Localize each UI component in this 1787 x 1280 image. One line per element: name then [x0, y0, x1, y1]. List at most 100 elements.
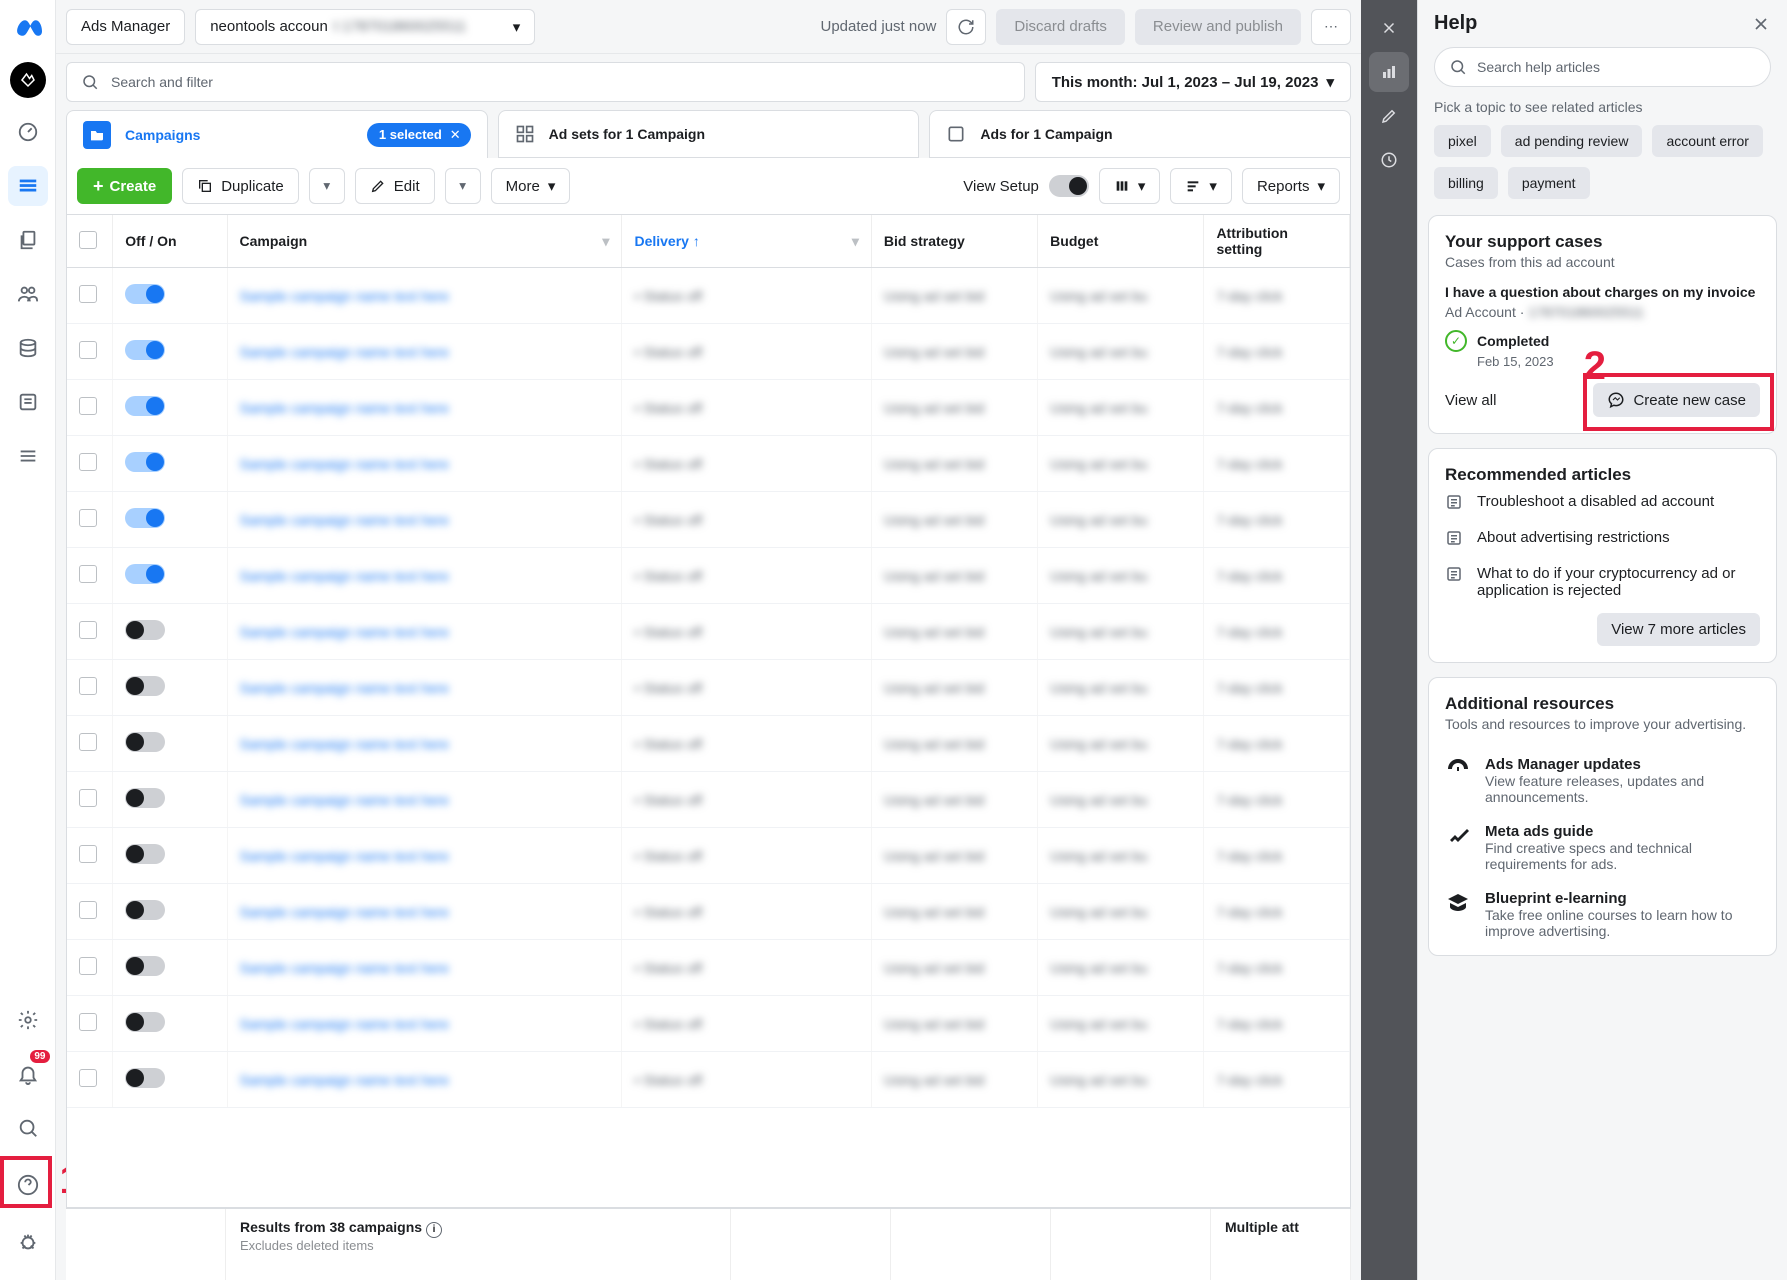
col-campaign[interactable]: Campaign▾ — [227, 215, 622, 268]
campaign-name-link[interactable]: Sample campaign name text here — [240, 568, 449, 584]
topic-chip[interactable]: billing — [1434, 167, 1498, 199]
clock-icon[interactable] — [1369, 140, 1409, 180]
selected-count-pill[interactable]: 1 selected✕ — [367, 123, 471, 147]
col-off-on[interactable]: Off / On — [113, 215, 227, 268]
campaign-name-link[interactable]: Sample campaign name text here — [240, 848, 449, 864]
on-off-switch[interactable] — [125, 900, 165, 920]
breakdown-button[interactable]: ▾ — [1170, 168, 1232, 204]
on-off-switch[interactable] — [125, 508, 165, 528]
bug-icon[interactable] — [8, 1222, 48, 1262]
campaign-name-link[interactable]: Sample campaign name text here — [240, 456, 449, 472]
select-all-checkbox[interactable] — [79, 231, 97, 249]
campaign-name-link[interactable]: Sample campaign name text here — [240, 624, 449, 640]
campaign-name-link[interactable]: Sample campaign name text here — [240, 680, 449, 696]
refresh-button[interactable] — [946, 9, 986, 45]
tab-campaigns[interactable]: Campaigns 1 selected✕ — [66, 110, 488, 158]
row-checkbox[interactable] — [79, 341, 97, 359]
tab-ads[interactable]: Ads for 1 Campaign — [929, 110, 1351, 158]
topic-chip[interactable]: pixel — [1434, 125, 1491, 157]
help-close-button[interactable] — [1751, 14, 1771, 34]
breadcrumb-app[interactable]: Ads Manager — [66, 9, 185, 45]
row-checkbox[interactable] — [79, 789, 97, 807]
table-row[interactable]: Sample campaign name text here • Status … — [67, 884, 1350, 940]
table-row[interactable]: Sample campaign name text here • Status … — [67, 492, 1350, 548]
duplicate-caret[interactable]: ▾ — [309, 168, 345, 204]
col-delivery[interactable]: Delivery ↑▾ — [622, 215, 871, 268]
columns-button[interactable]: ▾ — [1099, 168, 1161, 204]
create-button[interactable]: +Create — [77, 168, 172, 204]
on-off-switch[interactable] — [125, 1068, 165, 1088]
gauge-icon[interactable] — [8, 112, 48, 152]
more-button[interactable]: More ▾ — [491, 168, 571, 204]
campaign-name-link[interactable]: Sample campaign name text here — [240, 344, 449, 360]
more-actions-button[interactable]: ⋯ — [1311, 9, 1351, 45]
row-checkbox[interactable] — [79, 453, 97, 471]
table-row[interactable]: Sample campaign name text here • Status … — [67, 940, 1350, 996]
table-row[interactable]: Sample campaign name text here • Status … — [67, 324, 1350, 380]
table-row[interactable]: Sample campaign name text here • Status … — [67, 604, 1350, 660]
on-off-switch[interactable] — [125, 564, 165, 584]
table-row[interactable]: Sample campaign name text here • Status … — [67, 660, 1350, 716]
account-selector[interactable]: neontools account 178701860025511 ▾ — [195, 9, 535, 45]
row-checkbox[interactable] — [79, 1013, 97, 1031]
view-more-articles-button[interactable]: View 7 more articles — [1597, 613, 1760, 646]
table-row[interactable]: Sample campaign name text here • Status … — [67, 268, 1350, 324]
table-row[interactable]: Sample campaign name text here • Status … — [67, 1052, 1350, 1108]
row-checkbox[interactable] — [79, 845, 97, 863]
billing-icon[interactable] — [8, 328, 48, 368]
resource-link[interactable]: Ads Manager updatesView feature releases… — [1445, 756, 1760, 805]
campaign-name-link[interactable]: Sample campaign name text here — [240, 904, 449, 920]
campaign-name-link[interactable]: Sample campaign name text here — [240, 1072, 449, 1088]
grid-icon[interactable] — [8, 166, 48, 206]
on-off-switch[interactable] — [125, 284, 165, 304]
on-off-switch[interactable] — [125, 1012, 165, 1032]
on-off-switch[interactable] — [125, 956, 165, 976]
reports-button[interactable]: Reports ▾ — [1242, 168, 1340, 204]
org-avatar-icon[interactable] — [10, 62, 46, 98]
topic-chip[interactable]: payment — [1508, 167, 1590, 199]
on-off-switch[interactable] — [125, 788, 165, 808]
table-row[interactable]: Sample campaign name text here • Status … — [67, 380, 1350, 436]
resource-link[interactable]: Blueprint e-learningTake free online cou… — [1445, 890, 1760, 939]
tab-adsets[interactable]: Ad sets for 1 Campaign — [498, 110, 920, 158]
campaign-name-link[interactable]: Sample campaign name text here — [240, 400, 449, 416]
settings-gear-icon[interactable] — [8, 1000, 48, 1040]
on-off-switch[interactable] — [125, 452, 165, 472]
row-checkbox[interactable] — [79, 901, 97, 919]
on-off-switch[interactable] — [125, 676, 165, 696]
search-icon-rail[interactable] — [8, 1108, 48, 1148]
row-checkbox[interactable] — [79, 733, 97, 751]
view-setup-toggle[interactable]: View Setup — [963, 175, 1089, 197]
close-panel-button[interactable] — [1369, 8, 1409, 48]
row-checkbox[interactable] — [79, 957, 97, 975]
campaign-name-link[interactable]: Sample campaign name text here — [240, 960, 449, 976]
duplicate-button[interactable]: Duplicate — [182, 168, 299, 204]
help-question-icon[interactable] — [8, 1165, 48, 1205]
on-off-switch[interactable] — [125, 620, 165, 640]
resource-link[interactable]: Meta ads guideFind creative specs and te… — [1445, 823, 1760, 872]
row-checkbox[interactable] — [79, 565, 97, 583]
topic-chip[interactable]: ad pending review — [1501, 125, 1643, 157]
row-checkbox[interactable] — [79, 285, 97, 303]
recommended-article-link[interactable]: What to do if your cryptocurrency ad or … — [1445, 565, 1760, 599]
table-row[interactable]: Sample campaign name text here • Status … — [67, 828, 1350, 884]
campaign-name-link[interactable]: Sample campaign name text here — [240, 288, 449, 304]
edit-caret[interactable]: ▾ — [445, 168, 481, 204]
copy-stack-icon[interactable] — [8, 220, 48, 260]
row-checkbox[interactable] — [79, 509, 97, 527]
audience-icon[interactable] — [8, 274, 48, 314]
row-checkbox[interactable] — [79, 397, 97, 415]
date-range-selector[interactable]: This month: Jul 1, 2023 – Jul 19, 2023▾ — [1035, 62, 1351, 102]
recommended-article-link[interactable]: Troubleshoot a disabled ad account — [1445, 493, 1760, 513]
row-checkbox[interactable] — [79, 621, 97, 639]
review-publish-button[interactable]: Review and publish — [1135, 9, 1301, 45]
discard-drafts-button[interactable]: Discard drafts — [996, 9, 1125, 45]
col-bid[interactable]: Bid strategy — [871, 215, 1037, 268]
col-attribution[interactable]: Attribution setting — [1204, 215, 1350, 268]
row-checkbox[interactable] — [79, 677, 97, 695]
table-row[interactable]: Sample campaign name text here • Status … — [67, 716, 1350, 772]
table-row[interactable]: Sample campaign name text here • Status … — [67, 996, 1350, 1052]
notifications-bell-icon[interactable]: 99 — [8, 1054, 48, 1094]
topic-chip[interactable]: account error — [1652, 125, 1762, 157]
campaign-name-link[interactable]: Sample campaign name text here — [240, 736, 449, 752]
